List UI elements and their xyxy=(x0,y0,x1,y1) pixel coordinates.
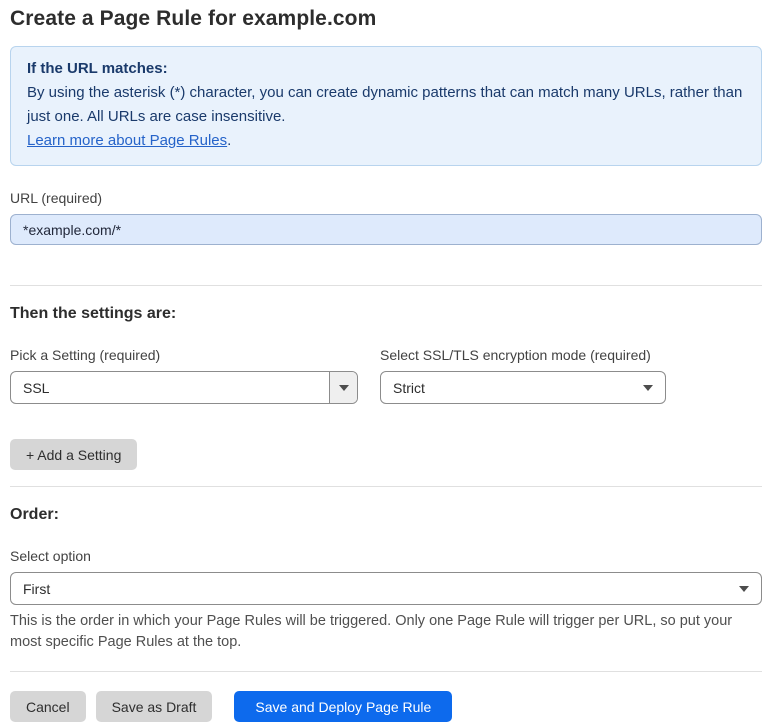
chevron-down-icon xyxy=(643,384,653,391)
ssl-mode-select-value: Strict xyxy=(393,379,425,396)
order-section-heading: Order: xyxy=(10,506,59,523)
save-deploy-button[interactable]: Save and Deploy Page Rule xyxy=(234,691,453,722)
order-select[interactable]: First xyxy=(10,572,762,605)
divider xyxy=(10,671,762,672)
setting-select-value: SSL xyxy=(23,379,50,396)
divider xyxy=(10,486,762,487)
divider xyxy=(10,285,762,286)
save-draft-button[interactable]: Save as Draft xyxy=(95,691,213,722)
url-field-label: URL (required) xyxy=(10,190,103,206)
ssl-mode-select-arrow xyxy=(643,384,665,391)
setting-picker-column: Pick a Setting (required) SSL xyxy=(10,323,358,404)
ssl-mode-picker-column: Select SSL/TLS encryption mode (required… xyxy=(380,323,666,404)
learn-more-link[interactable]: Learn more about Page Rules xyxy=(27,132,227,149)
cancel-button[interactable]: Cancel xyxy=(10,691,86,722)
chevron-down-icon xyxy=(338,384,349,391)
order-select-value: First xyxy=(23,580,51,597)
url-match-info-box: If the URL matches: By using the asteris… xyxy=(10,46,762,166)
ssl-mode-select[interactable]: Strict xyxy=(380,371,666,404)
add-setting-button[interactable]: + Add a Setting xyxy=(10,439,138,470)
order-help-text: This is the order in which your Page Rul… xyxy=(10,613,733,650)
setting-picker-label: Pick a Setting (required) xyxy=(10,347,161,363)
info-box-body: By using the asterisk (*) character, you… xyxy=(27,84,743,125)
info-box-link-line: Learn more about Page Rules. xyxy=(27,129,745,153)
order-select-arrow xyxy=(739,585,761,592)
footer-actions: Cancel Save as Draft Save and Deploy Pag… xyxy=(10,691,762,722)
chevron-down-icon xyxy=(739,585,749,592)
url-input[interactable] xyxy=(10,214,762,245)
order-select-label: Select option xyxy=(10,548,91,564)
settings-section-heading: Then the settings are: xyxy=(10,305,177,322)
info-box-heading: If the URL matches: xyxy=(27,60,168,77)
page-title: Create a Page Rule for example.com xyxy=(10,7,377,30)
ssl-mode-picker-label: Select SSL/TLS encryption mode (required… xyxy=(380,347,651,363)
setting-select-arrow-button[interactable] xyxy=(329,372,357,403)
link-suffix: . xyxy=(227,132,232,149)
page-rule-form: Create a Page Rule for example.com If th… xyxy=(0,7,772,722)
settings-pickers-row: Pick a Setting (required) SSL Select SSL… xyxy=(10,323,762,404)
setting-select[interactable]: SSL xyxy=(10,371,358,404)
